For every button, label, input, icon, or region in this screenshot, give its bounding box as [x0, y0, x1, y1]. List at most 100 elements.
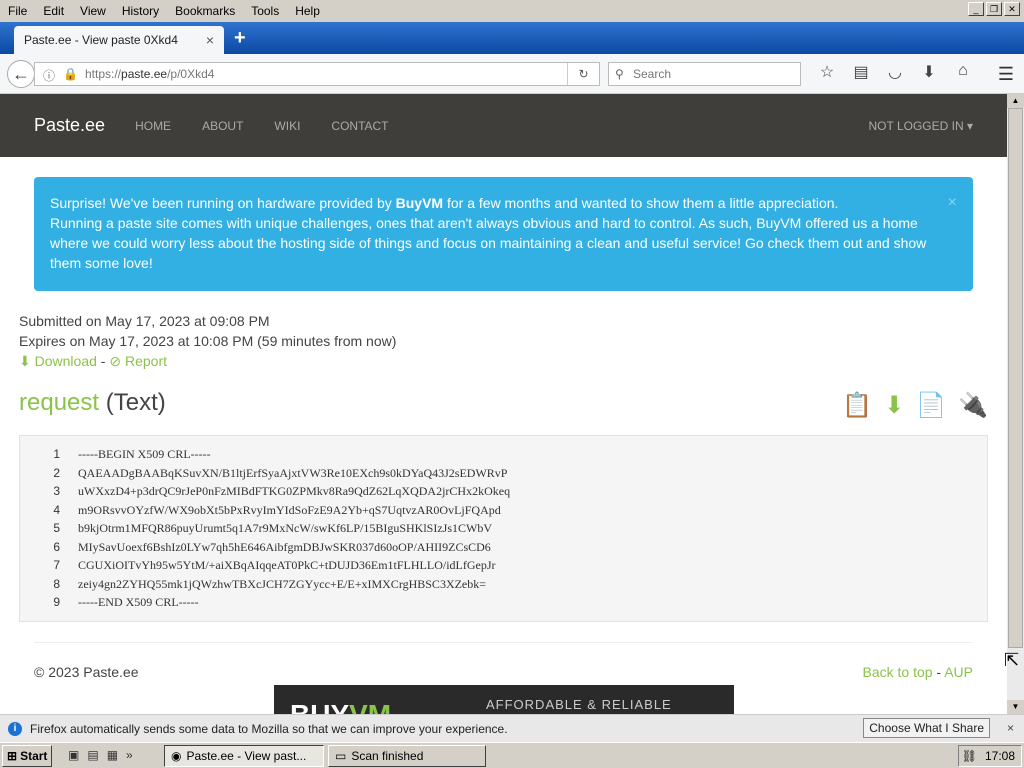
embed-icon[interactable]: 🔌: [958, 391, 988, 420]
footer-links: Back to top - AUP: [862, 664, 973, 680]
back-icon[interactable]: ←: [7, 60, 35, 88]
paste-title: request (Text) 📋 ⬇ 📄 🔌: [19, 389, 988, 429]
choose-what-i-share-button[interactable]: Choose What I Share: [863, 718, 990, 738]
code-line: 3 uWXxzD4+p3drQC9rJeP0nFzMIBdFTKG0ZPMkv8R…: [20, 482, 987, 501]
code-line: 7 CGUXiOITvYh95w5YtM/+aiXBqAIqqeAT0PkC+tD…: [20, 556, 987, 575]
menu-help[interactable]: Help: [287, 4, 328, 18]
line-text: m9ORsvvOYzfW/WX9obXt5bPxRvyImYIdSoFzE9A2…: [78, 502, 501, 517]
site-footer: © 2023 Paste.ee Back to top - AUP: [34, 664, 973, 684]
action-separator: -: [96, 353, 110, 369]
alert-brand: BuyVM: [395, 195, 444, 211]
restore-icon[interactable]: ❐: [986, 2, 1002, 16]
line-text: -----END X509 CRL-----: [78, 595, 199, 609]
paste-actions: ⬇ Download - ⊘ Report: [19, 351, 988, 371]
scan-window-icon: ▭: [335, 749, 347, 763]
bookmark-star-icon[interactable]: ☆: [810, 62, 844, 82]
more-chevron-icon[interactable]: »: [126, 748, 133, 762]
browser-tab[interactable]: Paste.ee - View paste 0Xkd4 ×: [14, 26, 224, 54]
nav-home[interactable]: HOME: [135, 119, 171, 133]
report-label: Report: [124, 353, 167, 369]
line-text: MIySavUoexf6BshIz0LYw7qh5hE646AibfgmDBJw…: [78, 539, 491, 554]
url-bar[interactable]: ⓘ 🔒 https:// paste.ee /p/0Xkd4 ↻: [34, 62, 600, 86]
home-icon[interactable]: ⌂: [946, 62, 980, 82]
menu-tools[interactable]: Tools: [243, 4, 287, 18]
footer-divider: [34, 641, 973, 643]
tab-title: Paste.ee - View paste 0Xkd4: [24, 33, 178, 47]
menu-file[interactable]: File: [0, 4, 35, 18]
paste-meta: Submitted on May 17, 2023 at 09:08 PM Ex…: [19, 311, 988, 371]
code-line: 5 b9kjOtrm1MFQR86puyUrumt5q1A7r9MxNcW/swK…: [20, 519, 987, 538]
close-window-icon[interactable]: ✕: [1004, 2, 1020, 16]
new-tab-icon[interactable]: +: [234, 27, 246, 50]
back-to-top-link[interactable]: Back to top: [862, 664, 932, 680]
calculator-icon[interactable]: ▦: [107, 748, 118, 762]
notepad-icon[interactable]: ▤: [87, 748, 98, 762]
report-link[interactable]: ⊘ Report: [109, 353, 167, 369]
copyright: © 2023 Paste.ee: [34, 663, 139, 680]
nav-about[interactable]: ABOUT: [202, 119, 243, 133]
alert-text-pre: Surprise! We've been running on hardware…: [50, 195, 396, 211]
download-link[interactable]: ⬇ Download: [19, 353, 97, 369]
page-viewport: Paste.ee HOME ABOUT WIKI CONTACT NOT LOG…: [0, 94, 1007, 714]
download-icon[interactable]: ⬇: [912, 62, 946, 82]
banner-tagline: AFFORDABLE & RELIABLE: [486, 697, 672, 712]
tray-network-icon[interactable]: ⛓: [962, 749, 977, 763]
code-block[interactable]: 1 -----BEGIN X509 CRL----- 2 QAEAADgBAABqK…: [19, 435, 988, 622]
account-dropdown[interactable]: NOT LOGGED IN ▾: [869, 119, 973, 133]
scroll-up-icon[interactable]: ▲: [1007, 94, 1024, 108]
copy-icon[interactable]: 📋: [842, 391, 872, 420]
hamburger-menu-icon[interactable]: ☰: [998, 64, 1014, 85]
reload-icon[interactable]: ↻: [567, 63, 599, 85]
line-number: 5: [53, 521, 60, 535]
download-label: Download: [34, 353, 97, 369]
search-input[interactable]: ⚲ Search: [608, 62, 801, 86]
mouse-cursor-icon: ⇱: [1004, 650, 1020, 670]
line-number: 4: [53, 502, 60, 517]
reading-list-icon[interactable]: ▤: [844, 62, 878, 82]
buyvm-logo: BUYVM: [290, 699, 391, 714]
menu-history[interactable]: History: [114, 4, 167, 18]
nav-contact[interactable]: CONTACT: [331, 119, 388, 133]
show-desktop-icon[interactable]: ▣: [68, 748, 79, 762]
tab-close-icon[interactable]: ×: [206, 32, 214, 48]
info-icon[interactable]: ⓘ: [43, 67, 55, 84]
line-number: 9: [53, 595, 60, 609]
code-line: 4 m9ORsvvOYzfW/WX9obXt5bPxRvyImYIdSoFzE9A…: [20, 501, 987, 520]
taskbar-scan[interactable]: ▭ Scan finished: [328, 745, 486, 767]
line-text: b9kjOtrm1MFQR86puyUrumt5q1A7r9MxNcW/swKf…: [78, 521, 492, 535]
line-number: 2: [53, 465, 60, 480]
minimize-icon[interactable]: _: [968, 2, 984, 16]
scroll-thumb[interactable]: [1008, 108, 1023, 648]
site-navbar: Paste.ee HOME ABOUT WIKI CONTACT NOT LOG…: [0, 94, 1007, 157]
menu-bookmarks[interactable]: Bookmarks: [167, 4, 243, 18]
notification-text: Firefox automatically sends some data to…: [30, 721, 508, 736]
raw-icon[interactable]: 📄: [916, 391, 946, 420]
site-brand[interactable]: Paste.ee: [34, 115, 105, 136]
start-button[interactable]: ⊞ Start: [2, 745, 52, 767]
download-paste-icon[interactable]: ⬇: [884, 391, 904, 420]
line-number: 8: [53, 576, 60, 591]
line-number: 6: [53, 539, 60, 554]
line-number: 3: [53, 484, 60, 498]
notification-close-icon[interactable]: ×: [1007, 721, 1014, 735]
menu-view[interactable]: View: [72, 4, 114, 18]
page-scrollbar[interactable]: ▲ ▼: [1007, 94, 1024, 714]
search-placeholder: Search: [633, 67, 672, 81]
windows-logo-icon: ⊞: [7, 749, 18, 763]
pocket-icon[interactable]: ◡: [878, 62, 912, 82]
nav-wiki[interactable]: WIKI: [274, 119, 300, 133]
aup-link[interactable]: AUP: [944, 664, 973, 680]
line-text: -----BEGIN X509 CRL-----: [78, 447, 211, 461]
announcement-alert: Surprise! We've been running on hardware…: [34, 177, 973, 291]
quick-launch: ▣ ▤ ▦ »: [68, 748, 133, 762]
url-path: /p/0Xkd4: [167, 67, 215, 81]
taskbar-firefox[interactable]: ◉ Paste.ee - View past...: [164, 745, 324, 767]
menu-edit[interactable]: Edit: [35, 4, 72, 18]
tab-bar: Paste.ee - View paste 0Xkd4 ×: [0, 22, 1024, 54]
buyvm-banner[interactable]: BUYVM AFFORDABLE & RELIABLE: [274, 685, 734, 714]
alert-close-icon[interactable]: ×: [948, 193, 957, 213]
url-prefix: https://: [85, 67, 122, 81]
line-text: CGUXiOITvYh95w5YtM/+aiXBqAIqqeAT0PkC+tDU…: [78, 558, 496, 572]
line-text: uWXxzD4+p3drQC9rJeP0nFzMIBdFTKG0ZPMkv8Ra…: [78, 484, 511, 498]
scroll-down-icon[interactable]: ▼: [1007, 700, 1024, 714]
